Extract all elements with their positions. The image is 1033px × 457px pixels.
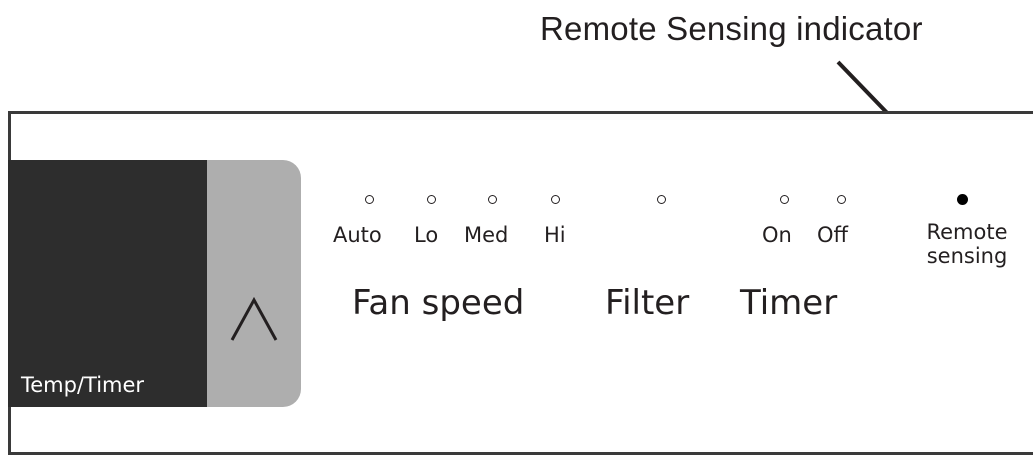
timer-title: Timer	[740, 283, 838, 323]
up-button[interactable]	[207, 160, 301, 407]
fan-option-med-label: Med	[464, 223, 509, 247]
fan-option-hi-label: Hi	[544, 223, 566, 247]
led-timer-on	[780, 195, 789, 204]
timer-option-on-label: On	[762, 223, 792, 247]
led-fan-hi	[551, 195, 560, 204]
fan-speed-title: Fan speed	[352, 283, 525, 323]
remote-sensing-label-line1: Remote	[926, 220, 1008, 244]
callout-label: Remote Sensing indicator	[540, 10, 923, 47]
timer-option-off-label: Off	[817, 223, 848, 247]
led-fan-med	[488, 195, 497, 204]
led-fan-lo	[427, 195, 436, 204]
caret-up-icon	[230, 296, 278, 341]
remote-sensing-label: Remote sensing	[912, 220, 1022, 268]
fan-option-auto-label: Auto	[333, 223, 382, 247]
led-remote-sensing	[957, 194, 968, 205]
temp-timer-display: Temp/Timer	[8, 160, 208, 407]
fan-option-lo-label: Lo	[414, 223, 439, 247]
led-fan-auto	[365, 195, 374, 204]
remote-sensing-label-line2: sensing	[926, 244, 1008, 268]
display-label: Temp/Timer	[21, 373, 145, 397]
led-timer-off	[837, 195, 846, 204]
led-filter	[657, 195, 666, 204]
filter-title: Filter	[605, 283, 690, 323]
